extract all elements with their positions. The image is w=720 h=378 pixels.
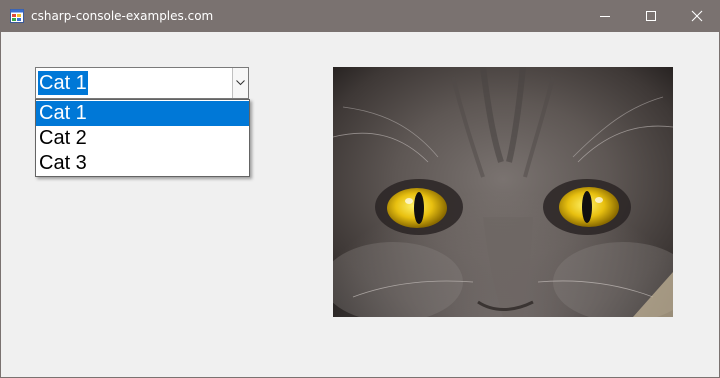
minimize-button[interactable] [582, 0, 628, 32]
title-bar[interactable]: csharp-console-examples.com [1, 0, 719, 32]
cat-combobox[interactable]: Cat 1 [35, 67, 249, 99]
cat-picture-box [333, 67, 673, 317]
window-title: csharp-console-examples.com [31, 9, 214, 23]
dropdown-option-cat-1[interactable]: Cat 1 [36, 101, 249, 126]
cat-photo-image [333, 67, 673, 317]
app-window: csharp-console-examples.com Cat 1 Cat 1 … [0, 0, 720, 378]
close-icon [691, 10, 703, 22]
chevron-down-icon [236, 80, 245, 86]
dropdown-button[interactable] [232, 68, 248, 98]
maximize-button[interactable] [628, 0, 674, 32]
app-icon [10, 9, 24, 23]
maximize-icon [646, 11, 656, 21]
close-button[interactable] [674, 0, 720, 32]
dropdown-option-cat-3[interactable]: Cat 3 [36, 151, 249, 176]
minimize-icon [600, 16, 610, 17]
combobox-dropdown-list: Cat 1 Cat 2 Cat 3 [35, 99, 250, 177]
dropdown-option-cat-2[interactable]: Cat 2 [36, 126, 249, 151]
combobox-selected-text[interactable]: Cat 1 [38, 71, 88, 95]
